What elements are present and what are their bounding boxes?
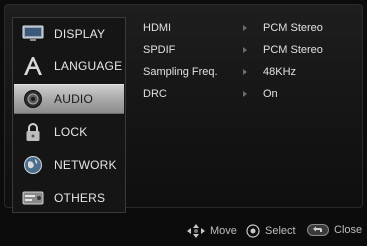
menu-item-label: DISPLAY xyxy=(54,27,106,41)
select-label: Select xyxy=(265,225,296,237)
audio-settings-list: HDMI PCM Stereo SPDIF PCM Stereo Samplin… xyxy=(143,22,358,110)
return-button-icon xyxy=(307,224,329,236)
arrow-right-icon xyxy=(243,91,247,97)
move-hint: Move xyxy=(187,224,237,238)
menu-item-label: OTHERS xyxy=(54,191,106,205)
move-label: Move xyxy=(210,225,237,237)
setting-name: DRC xyxy=(143,88,167,100)
menu-item-display[interactable]: DISPLAY xyxy=(14,19,124,49)
setting-name: Sampling Freq. xyxy=(143,66,218,78)
setting-row-sampling-freq[interactable]: Sampling Freq. 48KHz xyxy=(143,66,358,88)
setting-value: PCM Stereo xyxy=(263,22,323,34)
arrow-right-icon xyxy=(243,69,247,75)
language-icon xyxy=(20,55,46,77)
enter-button-icon xyxy=(246,224,260,238)
button-guide: Move Select Close xyxy=(0,222,367,242)
close-hint: Close xyxy=(307,224,362,236)
display-icon xyxy=(20,23,46,45)
menu-item-language[interactable]: LANGUAGE xyxy=(14,51,124,81)
others-icon xyxy=(20,187,46,209)
setting-row-hdmi[interactable]: HDMI PCM Stereo xyxy=(143,22,358,44)
menu-item-label: LOCK xyxy=(54,125,88,139)
menu-item-label: AUDIO xyxy=(54,92,94,106)
lock-icon xyxy=(20,121,46,143)
menu-item-lock[interactable]: LOCK xyxy=(14,117,124,147)
menu-item-audio[interactable]: AUDIO xyxy=(14,84,124,114)
arrow-right-icon xyxy=(243,47,247,53)
setting-value: 48KHz xyxy=(263,66,297,78)
menu-item-label: NETWORK xyxy=(54,158,117,172)
menu-item-label: LANGUAGE xyxy=(54,59,123,73)
network-icon xyxy=(20,154,46,176)
menu-item-network[interactable]: NETWORK xyxy=(14,150,124,180)
setting-value: On xyxy=(263,88,278,100)
arrow-right-icon xyxy=(243,25,247,31)
audio-icon xyxy=(20,88,46,110)
dpad-icon xyxy=(187,224,205,238)
setting-row-drc[interactable]: DRC On xyxy=(143,88,358,110)
setting-name: SPDIF xyxy=(143,44,176,56)
select-hint: Select xyxy=(246,224,296,238)
close-label: Close xyxy=(334,224,363,236)
setting-value: PCM Stereo xyxy=(263,44,323,56)
setting-row-spdif[interactable]: SPDIF PCM Stereo xyxy=(143,44,358,66)
menu-item-others[interactable]: OTHERS xyxy=(14,183,124,213)
settings-menu: DISPLAY LANGUAGE AUDIO LOCK NETWORK OTHE… xyxy=(12,17,126,213)
setting-name: HDMI xyxy=(143,22,172,34)
